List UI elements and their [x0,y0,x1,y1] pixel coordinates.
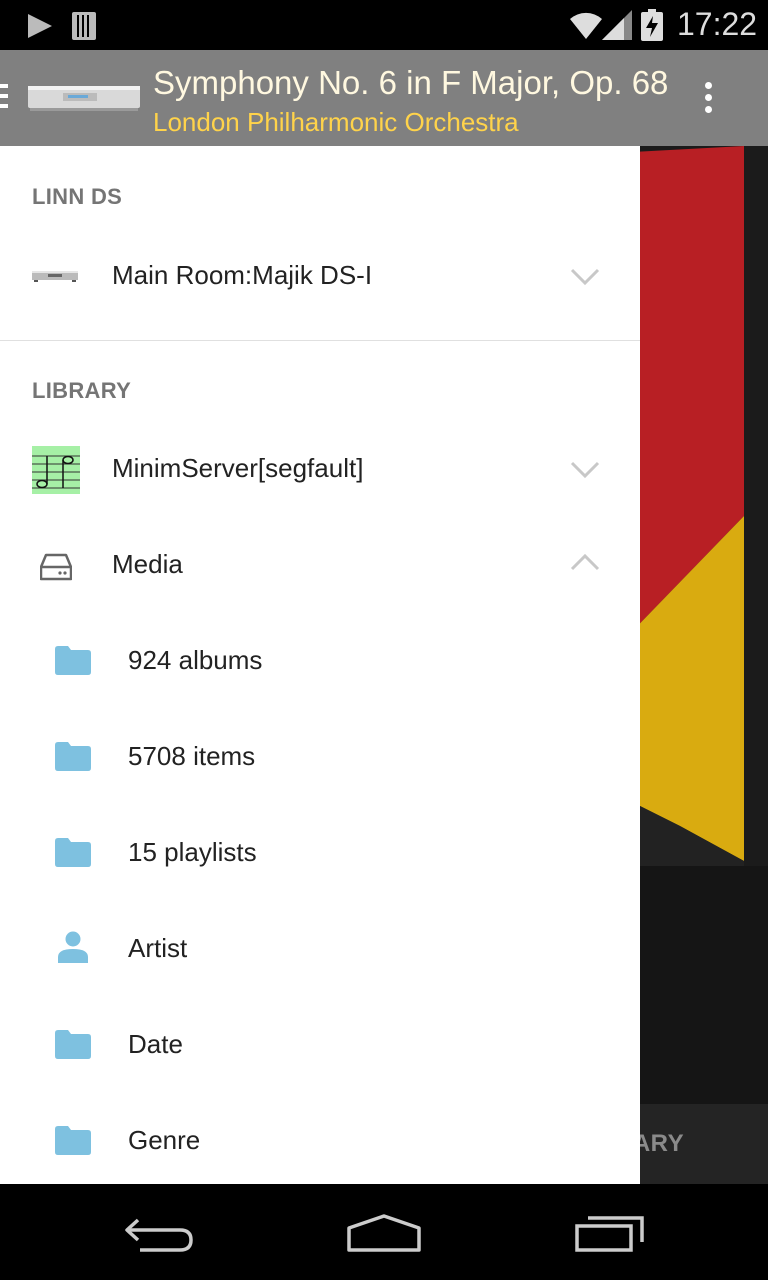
hard-drive-icon [40,553,72,585]
recents-icon[interactable] [574,1214,646,1258]
media-item-label: Artist [128,933,187,964]
drawer-toggle-icon[interactable] [0,84,10,112]
wifi-icon [568,9,604,45]
folder-icon [55,741,91,775]
device-thumbnail[interactable] [28,82,140,112]
folder-icon [55,1125,91,1159]
media-item-albums[interactable]: 924 albums [0,615,640,711]
action-bar: Symphony No. 6 in F Major, Op. 68 London… [0,50,768,146]
media-label: Media [112,549,183,580]
media-item-label: 924 albums [128,645,262,676]
home-icon[interactable] [346,1214,422,1258]
chevron-down-icon[interactable] [570,461,600,483]
media-item-label: 15 playlists [128,837,257,868]
folder-icon [55,1029,91,1063]
media-row[interactable]: Media [0,519,640,615]
section-header-library: LIBRARY [32,378,131,404]
signal-icon [602,10,632,44]
navigation-drawer: LINN DS Main Room:Majik DS-I LIBRARY [0,146,640,1184]
clock: 17:22 [677,6,757,43]
chevron-down-icon[interactable] [570,268,600,290]
media-item-label: 5708 items [128,741,255,772]
media-item-label: Genre [128,1125,200,1156]
system-nav-bar [0,1184,768,1280]
divider [0,340,640,341]
device-row[interactable]: Main Room:Majik DS-I [0,230,640,326]
minimserver-icon [32,446,80,498]
folder-icon [55,645,91,679]
media-item-genre[interactable]: Genre [0,1095,640,1184]
overflow-menu-icon[interactable] [705,82,719,118]
now-playing-title: Symphony No. 6 in F Major, Op. 68 [153,64,668,102]
media-item-items[interactable]: 5708 items [0,711,640,807]
chevron-up-icon[interactable] [570,553,600,575]
device-label: Main Room:Majik DS-I [112,260,372,291]
person-icon [58,931,88,967]
storage-notification-icon [72,12,96,44]
battery-charging-icon [641,9,663,45]
status-bar: 17:22 [0,0,768,50]
folder-icon [55,837,91,871]
back-icon[interactable] [124,1214,196,1258]
server-label: MinimServer[segfault] [112,453,363,484]
linn-device-icon [32,268,78,287]
media-item-playlists[interactable]: 15 playlists [0,807,640,903]
now-playing-artist: London Philharmonic Orchestra [153,107,519,138]
server-row[interactable]: MinimServer[segfault] [0,423,640,519]
media-item-label: Date [128,1029,183,1060]
media-item-date[interactable]: Date [0,999,640,1095]
media-item-artist[interactable]: Artist [0,903,640,999]
section-header-linn-ds: LINN DS [32,184,122,210]
play-notification-icon [26,12,54,44]
